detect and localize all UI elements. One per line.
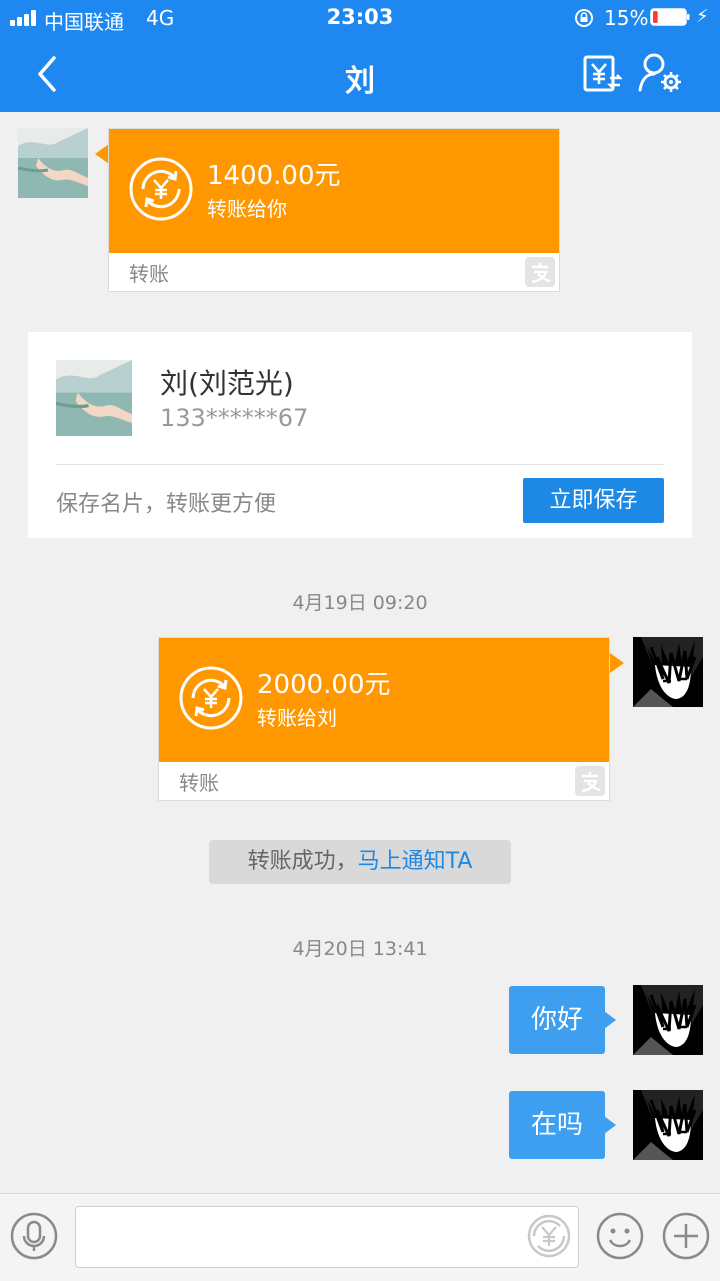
input-bar bbox=[0, 1193, 720, 1281]
alipay-icon bbox=[525, 257, 555, 287]
transfer-card-header: 2000.00元 转账给刘 bbox=[159, 638, 609, 762]
contact-avatar[interactable] bbox=[18, 128, 88, 198]
transfer-subtitle: 转账给刘 bbox=[257, 706, 337, 730]
yen-transfer-icon[interactable] bbox=[582, 54, 622, 94]
top-bar: 中国联通 4G 23:03 15% ⚡ 刘(刘范光) 刘 bbox=[0, 0, 720, 112]
bubble-tail bbox=[610, 653, 624, 673]
transfer-amount: 2000.00元 bbox=[257, 670, 391, 700]
transfer-subtitle: 转账给你 bbox=[207, 197, 287, 221]
notice-text: 转账成功， bbox=[247, 849, 358, 874]
save-contact-button[interactable]: 立即保存 bbox=[523, 478, 664, 523]
contact-card-avatar bbox=[56, 360, 132, 436]
contact-phone: 133******67 bbox=[160, 404, 309, 432]
message-input[interactable] bbox=[75, 1206, 579, 1268]
transfer-label: 转账 bbox=[129, 262, 169, 286]
divider bbox=[56, 464, 664, 465]
alipay-icon bbox=[575, 766, 605, 796]
save-prompt: 保存名片，转账更方便 bbox=[56, 492, 277, 517]
my-avatar[interactable] bbox=[633, 637, 703, 707]
timestamp: 4月20日 13:41 bbox=[292, 938, 428, 960]
transfer-amount: 1400.00元 bbox=[207, 161, 341, 191]
transfer-success-notice: 转账成功，马上通知TA bbox=[209, 840, 511, 884]
my-avatar[interactable] bbox=[633, 1090, 703, 1160]
timestamp: 4月19日 09:20 bbox=[292, 592, 428, 614]
yen-coin-icon bbox=[179, 666, 243, 730]
contact-name: 刘(刘范光) bbox=[160, 367, 294, 400]
my-avatar[interactable] bbox=[633, 985, 703, 1055]
battery-percent: 15% bbox=[604, 6, 649, 30]
transfer-card-incoming[interactable]: 1400.00元 转账给你 转账 bbox=[108, 128, 560, 292]
bubble-tail bbox=[604, 1011, 616, 1029]
transfer-card-outgoing[interactable]: 2000.00元 转账给刘 转账 bbox=[158, 637, 610, 801]
charging-icon: ⚡ bbox=[696, 6, 709, 27]
yen-coin-icon[interactable] bbox=[526, 1213, 572, 1259]
yen-coin-icon bbox=[129, 157, 193, 221]
notify-link[interactable]: 马上通知TA bbox=[358, 849, 473, 874]
transfer-label: 转账 bbox=[179, 771, 219, 795]
smiley-icon[interactable] bbox=[596, 1212, 644, 1260]
message-bubble[interactable]: 在吗 bbox=[509, 1091, 605, 1159]
message-bubble[interactable]: 你好 bbox=[509, 986, 605, 1054]
bubble-tail bbox=[604, 1116, 616, 1134]
status-bar: 中国联通 4G 23:03 15% ⚡ bbox=[0, 0, 720, 36]
plus-icon[interactable] bbox=[662, 1212, 710, 1260]
user-settings-icon[interactable] bbox=[636, 52, 682, 94]
transfer-card-header: 1400.00元 转账给你 bbox=[109, 129, 559, 253]
contact-card: 刘(刘范光) 133******67 保存名片，转账更方便 立即保存 bbox=[28, 332, 692, 538]
battery-icon bbox=[650, 8, 690, 26]
rotation-lock-icon bbox=[575, 9, 593, 27]
microphone-icon[interactable] bbox=[10, 1212, 58, 1260]
bubble-tail bbox=[95, 144, 109, 164]
